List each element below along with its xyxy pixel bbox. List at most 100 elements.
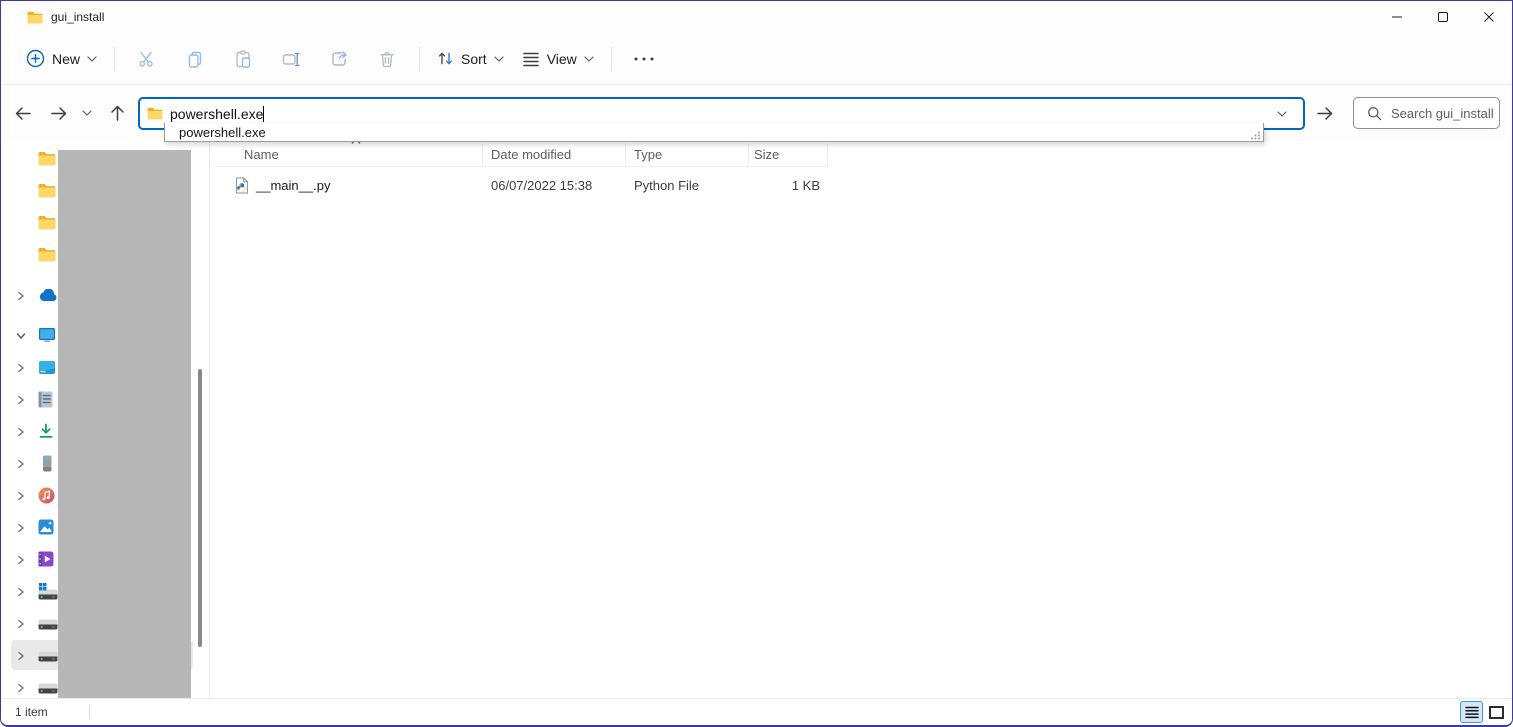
column-headers: Name Date modified Type Size: [214, 143, 828, 167]
python-file-icon: [233, 177, 250, 194]
rename-button[interactable]: [271, 41, 311, 77]
paste-button[interactable]: [223, 41, 263, 77]
rename-icon: [281, 49, 301, 69]
item-count: 1 item: [15, 705, 48, 719]
go-button[interactable]: [1311, 99, 1339, 127]
toolbar-separator: [611, 47, 612, 71]
toolbar-separator: [114, 47, 115, 71]
forward-button[interactable]: [45, 99, 73, 127]
search-box[interactable]: [1353, 97, 1500, 129]
music-icon: [38, 487, 55, 504]
this-pc-icon: [38, 327, 56, 343]
column-header-date-modified[interactable]: Date modified: [483, 143, 626, 166]
chevron-down-icon: [584, 56, 594, 62]
maximize-button[interactable]: [1420, 1, 1466, 33]
details-view-icon: [1465, 706, 1479, 719]
cut-icon: [137, 49, 157, 69]
resize-grip-icon[interactable]: [1251, 131, 1261, 140]
drive-icon: [38, 648, 58, 662]
column-header-type[interactable]: Type: [626, 143, 749, 166]
minimize-icon: [1391, 11, 1403, 23]
titlebar: gui_install: [1, 1, 1512, 33]
up-arrow-icon: [109, 104, 126, 122]
share-button[interactable]: [319, 41, 359, 77]
trash-icon: [377, 49, 397, 69]
chevron-right-icon[interactable]: [15, 361, 27, 373]
back-arrow-icon: [14, 105, 32, 122]
search-input[interactable]: [1391, 106, 1503, 121]
large-icons-view-button[interactable]: [1485, 701, 1508, 723]
chevron-right-icon[interactable]: [15, 393, 27, 405]
toolbar-separator: [419, 47, 420, 71]
view-button[interactable]: View: [513, 41, 603, 77]
folder-icon: [38, 215, 56, 230]
new-button-label: New: [52, 51, 80, 67]
sidebar-scrollbar[interactable]: [198, 369, 202, 647]
folder-icon: [38, 151, 56, 166]
view-toggles: [1460, 701, 1508, 723]
file-type-cell: Python File: [626, 178, 749, 193]
folder-icon: [38, 247, 56, 262]
file-size-cell: 1 KB: [749, 178, 828, 193]
back-button[interactable]: [9, 99, 37, 127]
file-name-cell: __main__.py: [214, 177, 483, 194]
chevron-right-icon[interactable]: [15, 489, 27, 501]
close-button[interactable]: [1466, 1, 1512, 33]
sort-button[interactable]: Sort: [428, 41, 513, 77]
see-more-button[interactable]: [624, 41, 664, 77]
chevron-right-icon[interactable]: [15, 617, 27, 629]
chevron-right-icon[interactable]: [15, 681, 27, 693]
window-title: gui_install: [51, 10, 104, 24]
status-separator: [89, 705, 90, 719]
window-controls: [1374, 1, 1512, 33]
command-bar: New: [1, 33, 1512, 85]
chevron-right-icon[interactable]: [15, 425, 27, 437]
chevron-right-icon[interactable]: [15, 457, 27, 469]
downloads-icon: [38, 423, 54, 439]
windows-drive-icon: [38, 583, 58, 600]
file-name: __main__.py: [256, 178, 330, 193]
onedrive-icon: [38, 289, 58, 302]
folder-icon: [27, 11, 43, 24]
column-header-name[interactable]: Name: [214, 143, 483, 166]
pictures-icon: [38, 519, 54, 535]
column-header-size[interactable]: Size: [749, 143, 828, 166]
new-button[interactable]: New: [17, 41, 106, 77]
phone-device-icon: [38, 455, 56, 472]
autocomplete-item[interactable]: powershell.exe: [165, 123, 1263, 141]
status-bar: 1 item: [1, 698, 1512, 725]
folder-icon: [147, 107, 163, 120]
up-button[interactable]: [103, 99, 131, 127]
drive-icon: [38, 680, 58, 694]
desktop-icon: [38, 360, 56, 375]
address-input[interactable]: powershell.exe: [170, 106, 264, 122]
delete-button[interactable]: [367, 41, 407, 77]
address-dropdown-button[interactable]: [1273, 105, 1291, 123]
file-date-cell: 06/07/2022 15:38: [483, 178, 626, 193]
chevron-right-icon[interactable]: [15, 585, 27, 597]
details-view-button[interactable]: [1460, 701, 1483, 723]
forward-arrow-icon: [50, 105, 68, 122]
minimize-button[interactable]: [1374, 1, 1420, 33]
cut-button[interactable]: [127, 41, 167, 77]
maximize-icon: [1437, 11, 1449, 23]
large-icons-view-icon: [1489, 706, 1504, 719]
chevron-right-icon[interactable]: [15, 649, 27, 661]
chevron-down-icon: [82, 110, 92, 116]
share-icon: [329, 49, 349, 69]
text-caret: [263, 106, 264, 122]
chevron-down-icon[interactable]: [15, 329, 27, 341]
table-row[interactable]: __main__.py 06/07/2022 15:38 Python File…: [214, 173, 828, 197]
chevron-down-icon: [87, 56, 97, 62]
documents-icon: [38, 391, 53, 408]
view-button-label: View: [547, 51, 577, 67]
chevron-right-icon[interactable]: [15, 553, 27, 565]
chevron-right-icon[interactable]: [15, 289, 27, 301]
go-arrow-icon: [1316, 105, 1334, 122]
chevron-right-icon[interactable]: [15, 521, 27, 533]
ellipsis-icon: [633, 56, 655, 62]
videos-icon: [38, 551, 54, 567]
redacted-labels-overlay: [58, 150, 191, 698]
recent-locations-button[interactable]: [77, 99, 97, 127]
copy-button[interactable]: [175, 41, 215, 77]
